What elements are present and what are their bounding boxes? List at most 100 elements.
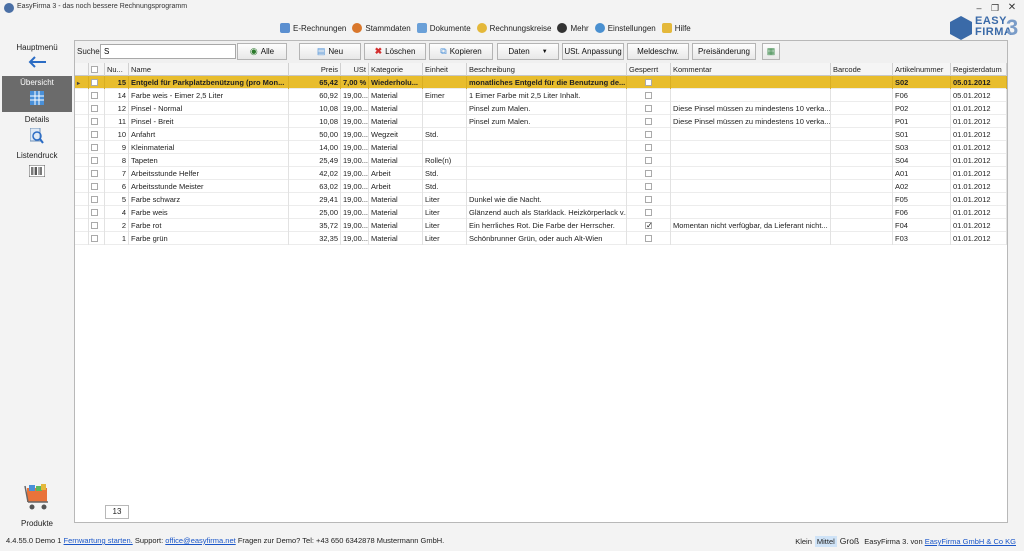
locked-checkbox[interactable] [645, 131, 652, 138]
brand-link[interactable]: EasyFirma GmbH & Co KG [925, 537, 1016, 546]
column-header-description[interactable]: Beschreibung [467, 63, 627, 76]
menu-rechnungskreise[interactable]: Rechnungskreise [476, 23, 551, 33]
sidebar-item-print-list[interactable]: Listendruck [0, 151, 74, 160]
column-header-name[interactable]: Name [129, 63, 289, 76]
cell-locked[interactable] [627, 76, 671, 89]
sidebar-item-products[interactable]: Produkte [0, 519, 74, 528]
sidebar-item-details[interactable]: Details [0, 115, 74, 124]
support-email-link[interactable]: office@easyfirma.net [165, 536, 235, 545]
row-checkbox[interactable] [91, 92, 98, 99]
cell-locked[interactable] [627, 102, 671, 115]
table-row[interactable]: 4 Farbe weis 25,00 19,00... Material Liter Glä… [75, 206, 1007, 219]
cell-locked[interactable] [627, 115, 671, 128]
column-header-nr[interactable]: Nu... [105, 63, 129, 76]
cell-locked[interactable] [627, 219, 671, 232]
select-all-header[interactable] [89, 63, 105, 76]
back-arrow-icon[interactable] [27, 56, 47, 68]
row-select[interactable] [89, 232, 105, 245]
menu-dokumente[interactable]: Dokumente [416, 23, 471, 33]
table-row[interactable]: 5 Farbe schwarz 29,41 19,00... Material Liter… [75, 193, 1007, 206]
table-row[interactable]: 12 Pinsel - Normal 10,08 19,00... Material Pi… [75, 102, 1007, 115]
locked-checkbox[interactable] [645, 157, 652, 164]
column-header-unit[interactable]: Einheit [423, 63, 467, 76]
column-header-vat[interactable]: USt [341, 63, 369, 76]
menu-e-rechnungen[interactable]: E-Rechnungen [280, 23, 346, 33]
cell-locked[interactable] [627, 167, 671, 180]
table-row[interactable]: 14 Farbe weis - Eimer 2,5 Liter 60,92 19,00… [75, 89, 1007, 102]
sidebar-item-overview[interactable]: Übersicht [2, 76, 72, 112]
column-header-category[interactable]: Kategorie [369, 63, 423, 76]
show-all-button[interactable]: ◉ Alle [237, 43, 287, 60]
locked-checkbox[interactable] [645, 92, 652, 99]
menu-mehr[interactable]: Mehr [557, 23, 589, 33]
row-select[interactable] [89, 206, 105, 219]
close-button[interactable]: ✕ [1005, 2, 1019, 14]
new-button[interactable]: ▤ Neu [299, 43, 361, 60]
select-all-checkbox[interactable] [91, 66, 98, 73]
row-checkbox[interactable] [91, 170, 98, 177]
export-button[interactable]: ▦ [762, 43, 780, 60]
locked-checkbox[interactable] [645, 170, 652, 177]
row-checkbox[interactable] [91, 79, 98, 86]
cell-locked[interactable] [627, 206, 671, 219]
barcode-icon[interactable] [29, 165, 45, 177]
row-select[interactable] [89, 141, 105, 154]
restore-button[interactable]: ❐ [988, 2, 1002, 14]
table-row[interactable]: 10 Anfahrt 50,00 19,00... Wegzeit Std. S01 01.0… [75, 128, 1007, 141]
table-row[interactable]: 1 Farbe grün 32,35 19,00... Material Liter Sch… [75, 232, 1007, 245]
table-row[interactable]: 2 Farbe rot 35,72 19,00... Material Liter Ein … [75, 219, 1007, 232]
row-select[interactable] [89, 89, 105, 102]
locked-checkbox[interactable] [645, 219, 653, 232]
shopping-cart-icon[interactable] [24, 484, 52, 512]
column-header-locked[interactable]: Gesperrt [627, 63, 671, 76]
column-header-register-date[interactable]: Registerdatum [951, 63, 1007, 76]
delete-button[interactable]: ✖ Löschen [364, 43, 426, 60]
locked-checkbox[interactable] [645, 183, 652, 190]
table-row[interactable]: 7 Arbeitsstunde Helfer 42,02 19,00... Arbeit… [75, 167, 1007, 180]
locked-checkbox[interactable] [645, 235, 652, 242]
vat-adjust-button[interactable]: USt. Anpassung [562, 43, 624, 60]
menu-einstellungen[interactable]: Einstellungen [594, 23, 656, 33]
table-row[interactable]: ▸ 15 Entgeld für Parkplatzbenützung (pro M… [75, 76, 1007, 89]
search-input[interactable] [100, 44, 236, 59]
table-row[interactable]: 8 Tapeten 25,49 19,00... Material Rolle(n) S04… [75, 154, 1007, 167]
column-header-comment[interactable]: Kommentar [671, 63, 831, 76]
row-checkbox[interactable] [91, 209, 98, 216]
locked-checkbox[interactable] [645, 105, 652, 112]
row-checkbox[interactable] [91, 222, 98, 229]
row-checkbox[interactable] [91, 235, 98, 242]
price-change-button[interactable]: Preisänderung [692, 43, 756, 60]
cell-locked[interactable] [627, 154, 671, 167]
data-dropdown-button[interactable]: Daten ▼ [497, 43, 559, 60]
column-header-barcode[interactable]: Barcode [831, 63, 893, 76]
cell-locked[interactable] [627, 128, 671, 141]
cell-locked[interactable] [627, 89, 671, 102]
remote-support-link[interactable]: Fernwartung starten. [64, 536, 133, 545]
size-medium-option[interactable]: Mittel [814, 536, 837, 547]
cell-locked[interactable] [627, 141, 671, 154]
row-checkbox[interactable] [91, 131, 98, 138]
cell-locked[interactable] [627, 180, 671, 193]
column-header-article-number[interactable]: Artikelnummer [893, 63, 951, 76]
minimize-button[interactable]: – [972, 2, 986, 14]
magnifier-icon[interactable] [30, 128, 44, 144]
cell-locked[interactable] [627, 232, 671, 245]
cell-locked[interactable] [627, 193, 671, 206]
column-header-price[interactable]: Preis [289, 63, 341, 76]
table-row[interactable]: 6 Arbeitsstunde Meister 63,02 19,00... Arbei… [75, 180, 1007, 193]
locked-checkbox[interactable] [645, 196, 652, 203]
locked-checkbox[interactable] [645, 144, 652, 151]
locked-checkbox[interactable] [645, 209, 652, 216]
row-checkbox[interactable] [91, 183, 98, 190]
row-select[interactable] [89, 128, 105, 141]
size-large-option[interactable]: Groß [840, 536, 859, 546]
row-select[interactable] [89, 180, 105, 193]
row-checkbox[interactable] [91, 118, 98, 125]
menu-hilfe[interactable]: Hilfe [661, 23, 691, 33]
copy-button[interactable]: ⧉ Kopieren [429, 43, 493, 60]
size-small-option[interactable]: Klein [795, 537, 812, 546]
row-select[interactable] [89, 102, 105, 115]
table-row[interactable]: 9 Kleinmaterial 14,00 19,00... Material S03 01… [75, 141, 1007, 154]
row-checkbox[interactable] [91, 157, 98, 164]
row-select[interactable] [89, 193, 105, 206]
